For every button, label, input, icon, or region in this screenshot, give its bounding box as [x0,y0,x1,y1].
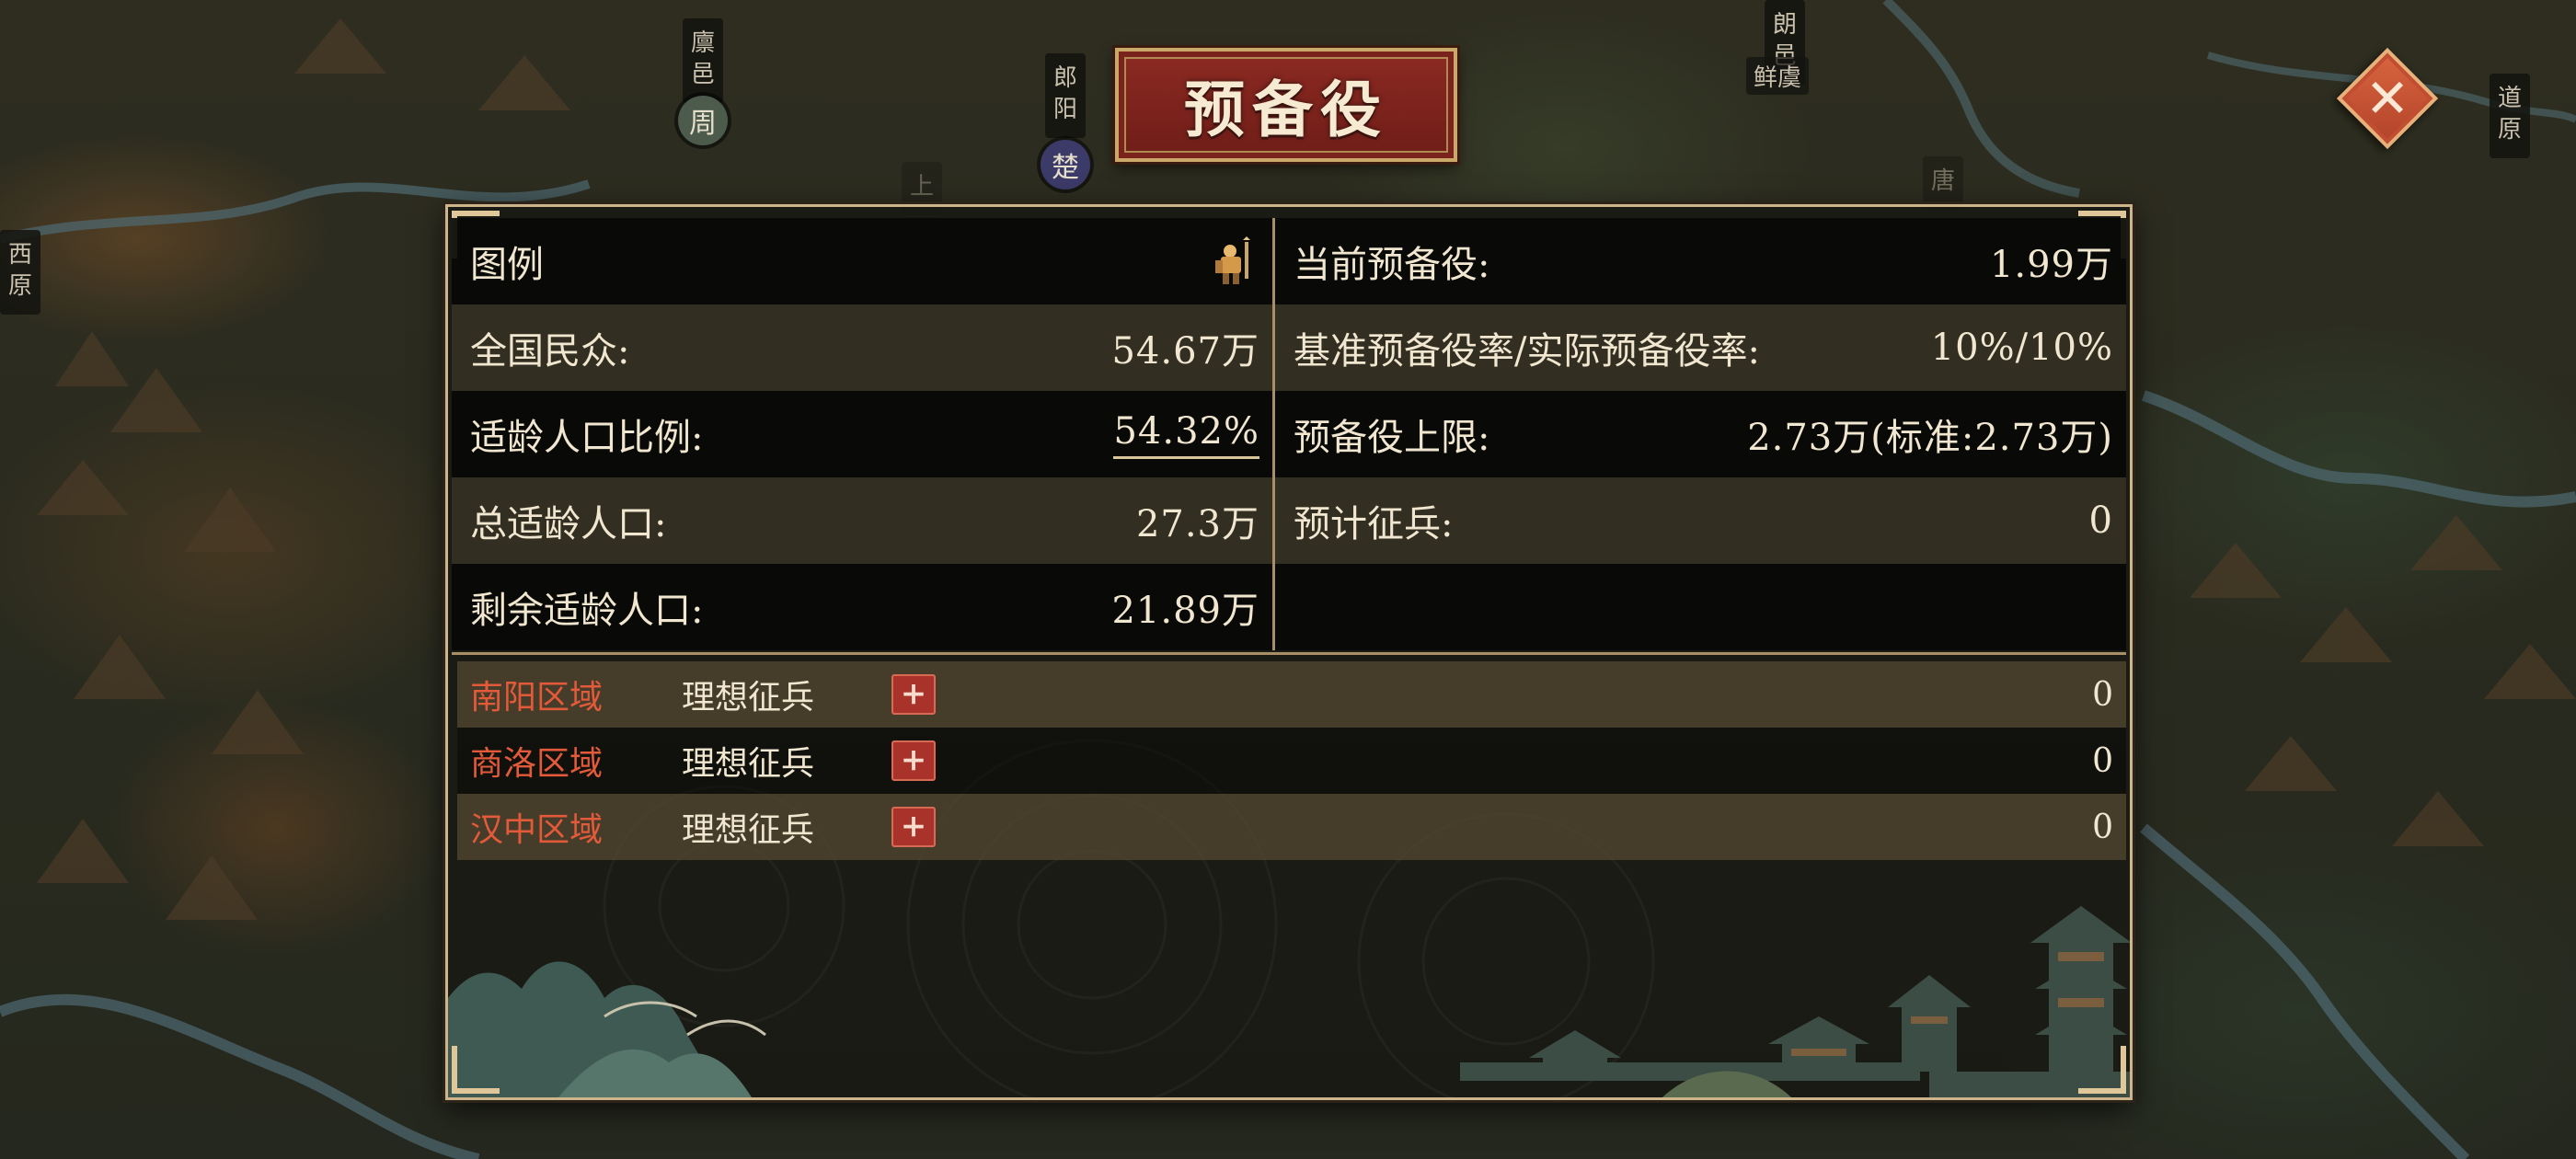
reserve-panel: 图例 全国民众: 54.67万 适龄人口比例: 54.32% 总适龄人口: 27… [445,204,2133,1100]
stat-row-reserve-rate: 基准预备役率/实际预备役率: 10%/10% [1275,304,2126,391]
stat-row-total-eligible: 总适龄人口: 27.3万 [452,477,1272,564]
stat-row-expected-conscription: 预计征兵: 0 [1275,477,2126,564]
region-row-hanzhong: 汉中区域 理想征兵 + 0 [457,794,2126,860]
stats-right-column: 当前预备役: 1.99万 基准预备役率/实际预备役率: 10%/10% 预备役上… [1275,218,2126,650]
region-value: 0 [2092,741,2113,780]
region-label: 理想征兵 [682,745,815,783]
region-value: 0 [2092,808,2113,846]
stats-grid: 图例 全国民众: 54.67万 适龄人口比例: 54.32% 总适龄人口: 27… [452,218,2126,650]
soldier-icon[interactable] [1210,236,1256,286]
region-row-nanyang: 南阳区域 理想征兵 + 0 [457,661,2126,728]
region-name[interactable]: 南阳区域 [470,671,682,718]
region-value: 0 [2092,675,2113,714]
add-conscription-button[interactable]: + [891,740,936,781]
close-button[interactable]: ✕ [2336,47,2439,150]
region-label: 理想征兵 [682,811,815,849]
region-row-shangluo: 商洛区域 理想征兵 + 0 [457,728,2126,794]
panel-corner [452,1046,500,1094]
region-name[interactable]: 汉中区域 [470,803,682,851]
legend-row[interactable]: 图例 [452,218,1272,304]
legend-label: 图例 [470,244,544,286]
map-marker-linyi[interactable]: 廪邑 [683,18,723,103]
map-marker-xiyuan[interactable]: 西原 [0,230,40,315]
map-marker-tang: 唐 [1923,156,1963,210]
region-label: 理想征兵 [682,679,815,717]
map-marker-langyang[interactable]: 郎阳 [1045,53,1086,138]
add-conscription-button[interactable]: + [891,807,936,847]
stats-left-column: 图例 全国民众: 54.67万 适龄人口比例: 54.32% 总适龄人口: 27… [452,218,1275,650]
stat-row-current-reserve: 当前预备役: 1.99万 [1275,218,2126,304]
map-marker-daoyuan[interactable]: 道原 [2490,74,2530,158]
stat-row-reserve-cap: 预备役上限: 2.73万(标准:2.73万) [1275,391,2126,477]
eligible-ratio-link[interactable]: 54.32% [1113,410,1259,459]
add-conscription-button[interactable]: + [891,674,936,715]
section-divider [452,652,2126,655]
title-plaque: 预备役 [1112,45,1460,165]
page-title: 预备役 [1184,74,1388,145]
panel-corner [2078,1046,2126,1094]
stat-row-national-population: 全国民众: 54.67万 [452,304,1272,391]
map-marker-xianyu[interactable]: 鲜虞 [1746,57,1810,95]
seal-zhou-icon[interactable]: 周 [678,96,728,145]
seal-chu-icon[interactable]: 楚 [1041,140,1090,189]
region-name[interactable]: 商洛区域 [470,737,682,785]
region-list: 南阳区域 理想征兵 + 0 商洛区域 理想征兵 + 0 汉中区域 理想征兵 + … [457,661,2126,860]
stat-row-empty [1275,564,2126,650]
stat-row-remaining-eligible: 剩余适龄人口: 21.89万 [452,564,1272,650]
close-icon: ✕ [2364,67,2410,130]
stat-row-eligible-ratio: 适龄人口比例: 54.32% [452,391,1272,477]
